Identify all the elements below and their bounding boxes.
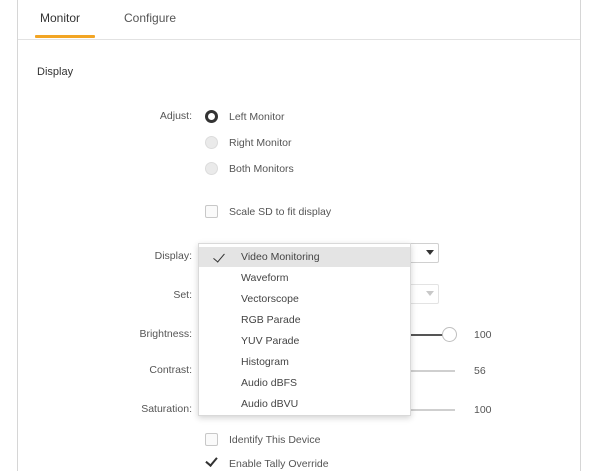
dropdown-item-waveform[interactable]: Waveform bbox=[199, 268, 410, 288]
tally-override-checkbox[interactable] bbox=[205, 456, 218, 469]
dropdown-item-video-monitoring[interactable]: Video Monitoring bbox=[199, 247, 410, 267]
dropdown-item-audio-dbvu[interactable]: Audio dBVU bbox=[199, 394, 410, 414]
display-dropdown-menu: Video Monitoring Waveform Vectorscope RG… bbox=[198, 243, 411, 416]
identify-device-checkbox[interactable] bbox=[205, 433, 218, 446]
right-monitor-label: Right Monitor bbox=[229, 137, 292, 149]
adjust-label: Adjust: bbox=[159, 110, 192, 122]
brightness-label: Brightness: bbox=[139, 328, 192, 340]
display-label: Display: bbox=[154, 250, 192, 262]
both-monitors-label: Both Monitors bbox=[229, 163, 294, 175]
saturation-value: 100 bbox=[474, 404, 492, 416]
tab-configure[interactable]: Configure bbox=[124, 11, 176, 25]
scale-sd-checkbox[interactable] bbox=[205, 205, 218, 218]
section-title-display: Display bbox=[37, 66, 74, 78]
tab-bar bbox=[18, 0, 580, 40]
scale-sd-label: Scale SD to fit display bbox=[229, 206, 332, 218]
tab-monitor[interactable]: Monitor bbox=[40, 11, 80, 25]
dropdown-item-audio-dbfs[interactable]: Audio dBFS bbox=[199, 373, 410, 393]
window-border-right bbox=[580, 0, 581, 471]
checkmark-icon bbox=[213, 250, 225, 263]
set-label: Set: bbox=[173, 289, 192, 301]
active-tab-indicator bbox=[35, 35, 95, 38]
dropdown-item-yuv-parade[interactable]: YUV Parade bbox=[199, 331, 410, 351]
left-monitor-label: Left Monitor bbox=[229, 111, 285, 123]
dropdown-item-histogram[interactable]: Histogram bbox=[199, 352, 410, 372]
contrast-label: Contrast: bbox=[149, 364, 192, 376]
identify-device-label: Identify This Device bbox=[229, 434, 321, 446]
dropdown-item-rgb-parade[interactable]: RGB Parade bbox=[199, 310, 410, 330]
chevron-down-icon bbox=[426, 250, 434, 255]
contrast-value: 56 bbox=[474, 365, 486, 377]
brightness-value: 100 bbox=[474, 329, 492, 341]
settings-window: Monitor Configure Display Adjust: Left M… bbox=[0, 0, 603, 471]
brightness-slider-thumb[interactable] bbox=[442, 327, 457, 342]
dropdown-item-vectorscope[interactable]: Vectorscope bbox=[199, 289, 410, 309]
radio-right-monitor[interactable] bbox=[205, 136, 218, 149]
chevron-down-icon bbox=[426, 291, 434, 296]
radio-both-monitors[interactable] bbox=[205, 162, 218, 175]
window-border-left bbox=[17, 0, 18, 471]
saturation-label: Saturation: bbox=[141, 403, 192, 415]
tally-override-label: Enable Tally Override bbox=[229, 458, 329, 470]
radio-left-monitor[interactable] bbox=[205, 110, 218, 123]
